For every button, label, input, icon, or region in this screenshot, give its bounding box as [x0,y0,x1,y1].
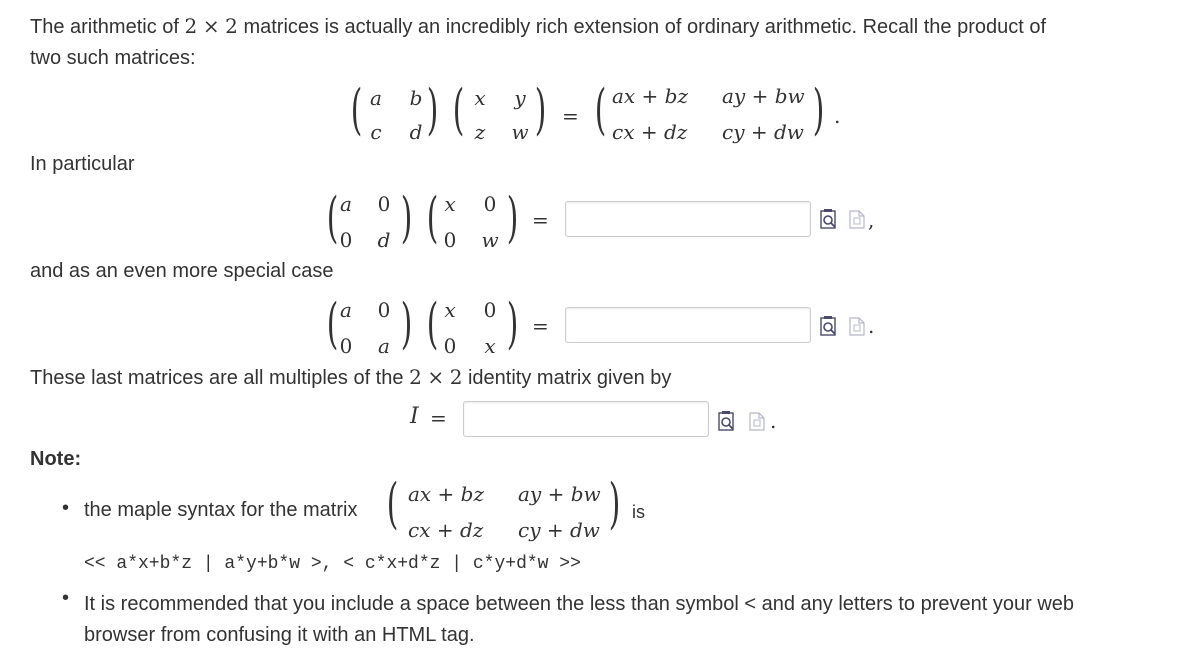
matrix-entry: a [340,298,352,322]
right-paren: ) [608,472,621,535]
matrix-entry: 0 [377,298,391,322]
right-paren: ) [812,78,825,141]
times-symbol: × [202,14,220,38]
answer-help-icon[interactable] [748,411,766,431]
matrix-entry: ax + bz [408,482,485,506]
bullet2-line: browser from confusing it with an HTML t… [84,624,475,646]
matrix-entry: ay + bw [722,84,805,108]
matrix-entry: cy + dw [518,518,600,542]
matrix-entry: ay + bw [518,482,601,506]
right-paren: ) [506,186,519,249]
right-paren: ) [506,292,519,355]
answer-help-icon[interactable] [848,209,866,229]
intro-text: matrices is actually an incredibly rich … [243,16,1047,38]
equals-sign: = [532,314,549,338]
bullet1-text: the maple syntax for the matrix [84,499,358,521]
matrix-entry: cx + dz [612,120,688,144]
comma: , [868,208,875,232]
left-paren: ( [594,78,607,141]
matrix-entry: 0 [339,228,353,252]
right-paren: ) [400,186,413,249]
bullet-dot: • [62,497,70,519]
preview-icon[interactable] [820,316,838,336]
matrix-entry: 0 [339,334,353,358]
matrix-entry: a [370,86,382,110]
preview-icon[interactable] [820,209,838,229]
matrix-entry: a [340,192,352,216]
matrix-entry: 0 [483,192,497,216]
special-case-text: and as an even more special case [30,260,334,282]
matrix-entry: 0 [483,298,497,322]
matrix-entry: a [378,334,390,358]
times-symbol: × [427,365,445,389]
identity-answer-input[interactable] [463,401,709,437]
matrix-entry: x [444,298,456,322]
matrix-entry: d [377,228,391,252]
right-paren: ) [534,78,547,141]
dim-number: 2 [184,14,198,38]
period: . [868,314,875,338]
identity-text: These last matrices are all multiples of… [30,367,404,389]
in-particular-text: In particular [30,153,135,175]
matrix-entry: 0 [443,228,457,252]
matrix-entry: x [484,334,496,358]
matrix-entry: z [474,120,486,144]
equals-sign: = [430,406,447,430]
matrix-entry: c [370,120,382,144]
intro-paragraph: The arithmetic of 2 × 2 matrices is actu… [30,11,1046,74]
dim-number: 2 [449,365,463,389]
matrix-entry: 0 [377,192,391,216]
period: . [770,409,777,433]
maple-code: << a*x+b*z | a*y+b*w >, < c*x+d*z | c*y+… [84,554,581,574]
right-paren: ) [400,292,413,355]
identity-paragraph: These last matrices are all multiples of… [30,362,671,394]
matrix-entry: cy + dw [722,120,804,144]
identity-symbol: I [410,404,419,429]
matrix-entry: cx + dz [408,518,484,542]
equals-sign: = [532,208,549,232]
matrix-entry: ax + bz [612,84,689,108]
bullet2-line: It is recommended that you include a spa… [84,593,1075,615]
identity-text: identity matrix given by [467,367,672,389]
matrix-entry: x [474,86,486,110]
scalar-answer-input[interactable] [565,307,811,343]
answer-help-icon[interactable] [848,316,866,336]
note-heading: Note: [30,448,82,470]
matrix-entry: x [444,192,456,216]
period: . [834,104,841,128]
left-paren: ( [386,472,399,535]
matrix-entry: 0 [443,334,457,358]
dim-number: 2 [409,365,422,389]
intro-text: The arithmetic of [30,16,179,38]
matrix-entry: w [481,228,499,252]
preview-icon[interactable] [718,411,736,431]
bullet-dot: • [62,587,70,609]
intro-text: two such matrices: [30,47,196,69]
dim-number: 2 [225,14,238,38]
right-paren: ) [426,78,439,141]
equals-sign: = [562,104,579,128]
diagonal-answer-input[interactable] [565,201,811,237]
is-text: is [632,502,645,522]
